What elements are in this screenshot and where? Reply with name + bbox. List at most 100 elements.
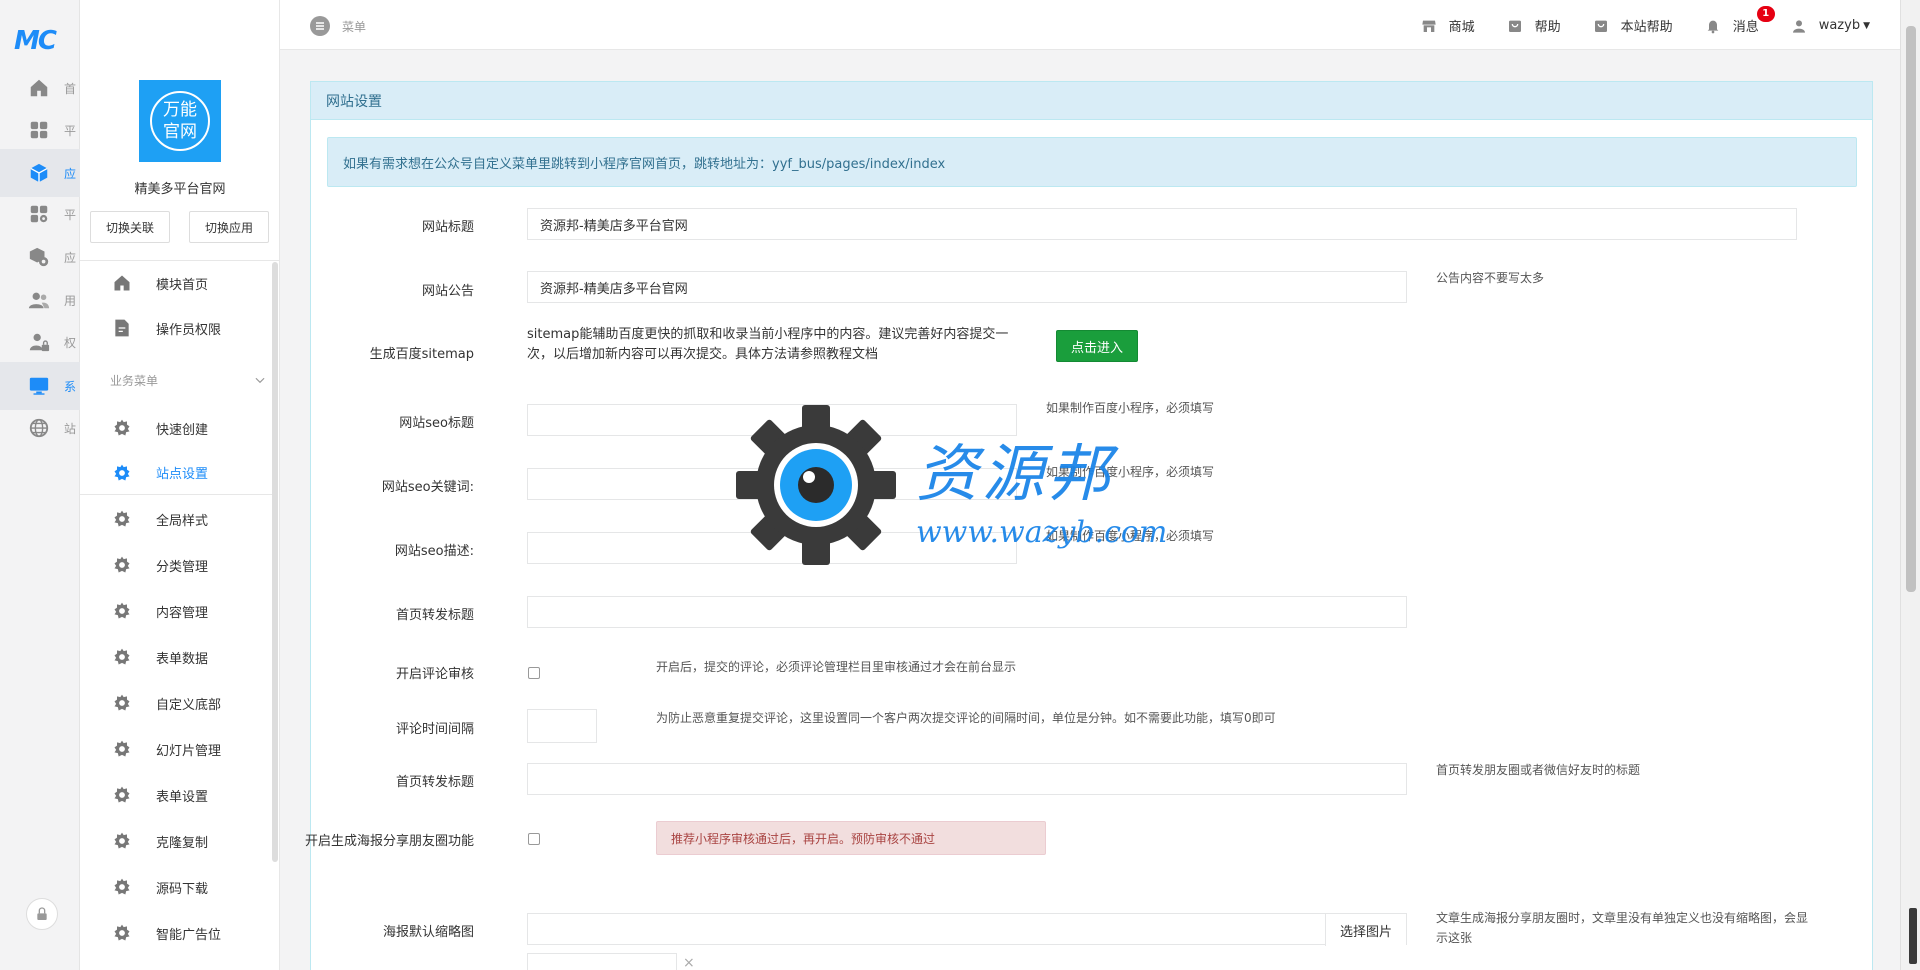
sidebar-scrollbar[interactable]	[272, 262, 278, 862]
apps-gear-icon	[30, 205, 48, 223]
gear-icon	[114, 694, 130, 711]
gear-icon	[114, 419, 130, 436]
field-label: 网站seo标题	[399, 416, 474, 431]
menu-item-clone[interactable]: 克隆复制	[80, 819, 275, 863]
comment-interval-input[interactable]	[527, 709, 597, 743]
rail-item-permissions[interactable]: 权	[0, 318, 80, 366]
gear-icon	[114, 786, 130, 803]
select-image-button[interactable]: 选择图片	[1325, 914, 1406, 946]
seo-description-input[interactable]	[527, 532, 1017, 564]
app-name: 精美多平台官网	[134, 182, 226, 197]
close-icon[interactable]: ×	[683, 955, 695, 970]
rail-item-app-settings[interactable]: 应	[0, 233, 80, 281]
rail-item-home[interactable]: 首	[0, 64, 80, 112]
menu-item-smart-ads[interactable]: 智能广告位	[80, 911, 275, 955]
scrollbar-thumb[interactable]	[1906, 26, 1916, 592]
grid-icon	[30, 121, 48, 139]
gear-icon	[114, 556, 130, 573]
messages-badge: 1	[1756, 6, 1775, 22]
menu-item-category[interactable]: 分类管理	[80, 543, 275, 587]
user-lock-icon	[29, 333, 50, 352]
field-label: 海报默认缩略图	[382, 925, 474, 940]
list-icon	[310, 16, 330, 36]
menu-item-content[interactable]: 内容管理	[80, 589, 275, 633]
field-label: 网站seo描述:	[394, 544, 474, 559]
poster-thumb-input[interactable]: 选择图片	[527, 913, 1407, 946]
seo-keywords-input[interactable]	[527, 468, 1017, 500]
poster-share-checkbox[interactable]	[528, 833, 540, 845]
store-icon	[1421, 20, 1436, 32]
lock-icon	[37, 907, 47, 920]
field-help: 首页转发朋友圈或者微信好友时的标题	[1436, 763, 1641, 777]
bell-icon	[1707, 20, 1719, 33]
gear-icon	[114, 740, 130, 757]
menu-item-global-style[interactable]: 全局样式	[80, 497, 275, 541]
field-help: 如果制作百度小程序，必须填写	[1046, 465, 1215, 479]
rail-item-platform[interactable]: 平	[0, 106, 80, 154]
icon-rail: MC 首 平 应 平 应 用 权 系 站	[0, 0, 80, 970]
switch-link-button[interactable]: 切换关联	[90, 211, 170, 243]
menu-item-site-settings[interactable]: 站点设置	[80, 451, 275, 495]
menu-toggle-button[interactable]: 菜单	[310, 16, 366, 36]
messages-link[interactable]: 消息 1	[1705, 6, 1775, 35]
site-notice-input[interactable]: 资源邦-精美店多平台官网	[527, 271, 1407, 303]
field-label: 开启评论审核	[395, 667, 474, 682]
site-title-input[interactable]: 资源邦-精美店多平台官网	[527, 208, 1797, 240]
rail-item-sites[interactable]: 站	[0, 404, 80, 452]
field-label: 网站公告	[421, 284, 474, 299]
rail-item-system[interactable]: 系	[0, 362, 80, 410]
home-icon	[30, 79, 48, 97]
share-title-2-input[interactable]	[527, 763, 1407, 795]
gear-icon	[114, 648, 130, 665]
side-widget[interactable]	[1909, 908, 1917, 964]
menu-item-form-settings[interactable]: 表单设置	[80, 773, 275, 817]
seo-title-input[interactable]	[527, 404, 1017, 436]
field-help: 开启后，提交的评论，必须评论管理栏目里审核通过才会在前台显示	[656, 660, 1017, 674]
field-help: 为防止恶意重复提交评论，这里设置同一个客户两次提交评论的间隔时间，单位是分钟。如…	[656, 711, 1276, 725]
field-help: 文章生成海报分享朋友圈时，文章里没有单独定义也没有缩略图，会显示这张	[1436, 911, 1809, 945]
info-alert: 如果有需求想在公众号自定义菜单里跳转到小程序官网首页，跳转地址为：yyf_bus…	[327, 137, 1857, 187]
menu-item-slides[interactable]: 幻灯片管理	[80, 727, 275, 771]
menu-item-custom-footer[interactable]: 自定义底部	[80, 681, 275, 725]
shop-link[interactable]: 商城	[1421, 16, 1475, 35]
help-bag-icon	[1508, 20, 1521, 32]
sitemap-enter-button[interactable]: 点击进入	[1056, 330, 1138, 362]
gear-icon	[114, 878, 130, 895]
monitor-icon	[29, 377, 49, 395]
gear-icon	[114, 464, 130, 480]
poster-thumb-preview	[527, 953, 677, 970]
comment-review-checkbox[interactable]	[528, 667, 540, 679]
top-nav: 商城 帮助 本站帮助 消息 1 wazyb ▼	[1389, 6, 1870, 35]
lock-screen-button[interactable]	[26, 898, 58, 930]
menu-item-module-home[interactable]: 模块首页	[80, 261, 275, 305]
menu-item-quick-create[interactable]: 快速创建	[80, 406, 275, 450]
globe-icon	[29, 418, 49, 438]
field-label: 网站标题	[421, 220, 474, 235]
help-bag-icon	[1594, 20, 1607, 32]
gear-icon	[114, 510, 130, 527]
menu-item-operator-permissions[interactable]: 操作员权限	[80, 306, 275, 350]
app-logo: 万能 官网	[139, 80, 221, 162]
help-link[interactable]: 帮助	[1507, 16, 1561, 35]
switch-app-button[interactable]: 切换应用	[189, 211, 269, 243]
box-gear-icon	[29, 247, 49, 267]
menu-group-business[interactable]: 业务菜单	[80, 365, 275, 395]
document-edit-icon	[115, 319, 129, 337]
page-scrollbar[interactable]	[1900, 0, 1920, 970]
share-title-input[interactable]	[527, 596, 1407, 628]
menu-item-source-download[interactable]: 源码下载	[80, 865, 275, 909]
field-label: 评论时间间隔	[395, 722, 474, 737]
site-help-link[interactable]: 本站帮助	[1593, 16, 1673, 35]
brand-logo[interactable]: MC	[14, 26, 66, 56]
rail-item-users[interactable]: 用	[0, 276, 80, 324]
user-icon	[1792, 19, 1805, 33]
sitemap-description: sitemap能辅助百度更快的抓取和收录当前小程序中的内容。建议完善好内容提交一…	[527, 327, 1009, 362]
chevron-down-icon	[255, 377, 265, 384]
top-bar: 菜单 商城 帮助 本站帮助 消息 1 wazyb ▼	[280, 0, 1900, 50]
rail-item-platform-settings[interactable]: 平	[0, 190, 80, 238]
site-settings-panel: 网站设置 如果有需求想在公众号自定义菜单里跳转到小程序官网首页，跳转地址为：yy…	[305, 81, 1873, 970]
field-help: 公告内容不要写太多	[1436, 271, 1545, 285]
gear-icon	[114, 832, 130, 849]
user-menu[interactable]: wazyb ▼	[1791, 18, 1870, 34]
menu-item-form-data[interactable]: 表单数据	[80, 635, 275, 679]
